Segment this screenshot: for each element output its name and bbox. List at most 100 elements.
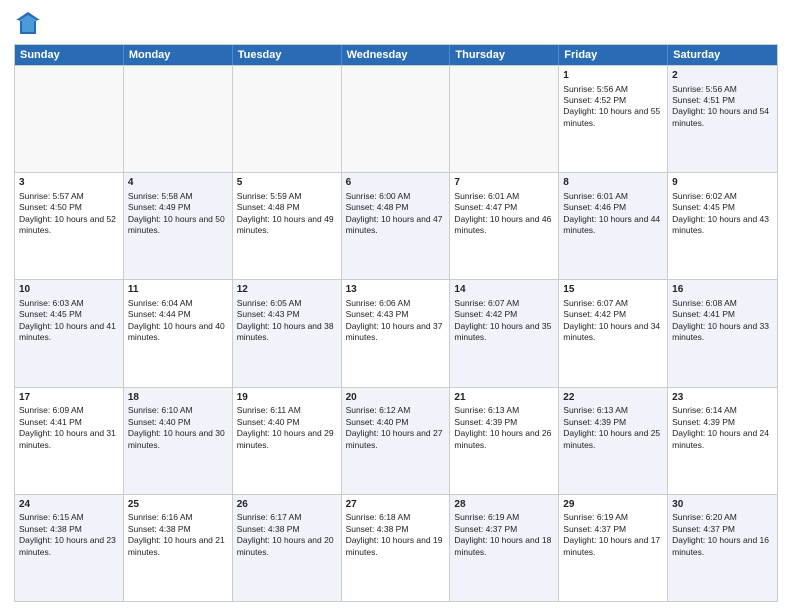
weekday-header: Friday: [559, 45, 668, 65]
calendar-cell: 1Sunrise: 5:56 AM Sunset: 4:52 PM Daylig…: [559, 66, 668, 172]
day-info: Sunrise: 6:08 AM Sunset: 4:41 PM Dayligh…: [672, 298, 769, 342]
day-info: Sunrise: 6:19 AM Sunset: 4:37 PM Dayligh…: [563, 512, 660, 556]
day-info: Sunrise: 5:56 AM Sunset: 4:51 PM Dayligh…: [672, 84, 769, 128]
day-info: Sunrise: 6:13 AM Sunset: 4:39 PM Dayligh…: [454, 405, 551, 449]
calendar-cell: 25Sunrise: 6:16 AM Sunset: 4:38 PM Dayli…: [124, 495, 233, 601]
day-number: 15: [563, 283, 663, 297]
day-info: Sunrise: 6:10 AM Sunset: 4:40 PM Dayligh…: [128, 405, 225, 449]
calendar: SundayMondayTuesdayWednesdayThursdayFrid…: [14, 44, 778, 602]
day-number: 28: [454, 498, 554, 512]
calendar-cell: 20Sunrise: 6:12 AM Sunset: 4:40 PM Dayli…: [342, 388, 451, 494]
calendar-cell: 28Sunrise: 6:19 AM Sunset: 4:37 PM Dayli…: [450, 495, 559, 601]
calendar-cell: 6Sunrise: 6:00 AM Sunset: 4:48 PM Daylig…: [342, 173, 451, 279]
day-number: 6: [346, 176, 446, 190]
day-number: 16: [672, 283, 773, 297]
calendar-row: 1Sunrise: 5:56 AM Sunset: 4:52 PM Daylig…: [15, 65, 777, 172]
header: [14, 10, 778, 38]
day-number: 24: [19, 498, 119, 512]
day-info: Sunrise: 6:14 AM Sunset: 4:39 PM Dayligh…: [672, 405, 769, 449]
day-info: Sunrise: 5:56 AM Sunset: 4:52 PM Dayligh…: [563, 84, 660, 128]
day-number: 3: [19, 176, 119, 190]
day-info: Sunrise: 6:03 AM Sunset: 4:45 PM Dayligh…: [19, 298, 116, 342]
logo: [14, 10, 46, 38]
calendar-cell: 16Sunrise: 6:08 AM Sunset: 4:41 PM Dayli…: [668, 280, 777, 386]
calendar-cell: 11Sunrise: 6:04 AM Sunset: 4:44 PM Dayli…: [124, 280, 233, 386]
calendar-cell: [450, 66, 559, 172]
day-info: Sunrise: 6:12 AM Sunset: 4:40 PM Dayligh…: [346, 405, 443, 449]
calendar-cell: [233, 66, 342, 172]
day-number: 20: [346, 391, 446, 405]
calendar-cell: 26Sunrise: 6:17 AM Sunset: 4:38 PM Dayli…: [233, 495, 342, 601]
calendar-cell: 2Sunrise: 5:56 AM Sunset: 4:51 PM Daylig…: [668, 66, 777, 172]
day-info: Sunrise: 6:09 AM Sunset: 4:41 PM Dayligh…: [19, 405, 116, 449]
day-info: Sunrise: 6:01 AM Sunset: 4:46 PM Dayligh…: [563, 191, 660, 235]
calendar-cell: 19Sunrise: 6:11 AM Sunset: 4:40 PM Dayli…: [233, 388, 342, 494]
calendar-cell: 21Sunrise: 6:13 AM Sunset: 4:39 PM Dayli…: [450, 388, 559, 494]
day-number: 7: [454, 176, 554, 190]
day-info: Sunrise: 6:07 AM Sunset: 4:42 PM Dayligh…: [454, 298, 551, 342]
calendar-cell: 8Sunrise: 6:01 AM Sunset: 4:46 PM Daylig…: [559, 173, 668, 279]
day-info: Sunrise: 6:01 AM Sunset: 4:47 PM Dayligh…: [454, 191, 551, 235]
calendar-cell: [15, 66, 124, 172]
day-info: Sunrise: 6:17 AM Sunset: 4:38 PM Dayligh…: [237, 512, 334, 556]
weekday-header: Saturday: [668, 45, 777, 65]
day-info: Sunrise: 6:00 AM Sunset: 4:48 PM Dayligh…: [346, 191, 443, 235]
day-number: 25: [128, 498, 228, 512]
calendar-cell: 3Sunrise: 5:57 AM Sunset: 4:50 PM Daylig…: [15, 173, 124, 279]
calendar-row: 24Sunrise: 6:15 AM Sunset: 4:38 PM Dayli…: [15, 494, 777, 601]
calendar-cell: 12Sunrise: 6:05 AM Sunset: 4:43 PM Dayli…: [233, 280, 342, 386]
page: SundayMondayTuesdayWednesdayThursdayFrid…: [0, 0, 792, 612]
day-number: 2: [672, 69, 773, 83]
day-info: Sunrise: 6:18 AM Sunset: 4:38 PM Dayligh…: [346, 512, 443, 556]
logo-icon: [14, 10, 42, 38]
calendar-cell: 5Sunrise: 5:59 AM Sunset: 4:48 PM Daylig…: [233, 173, 342, 279]
calendar-cell: [124, 66, 233, 172]
weekday-header: Tuesday: [233, 45, 342, 65]
calendar-cell: 27Sunrise: 6:18 AM Sunset: 4:38 PM Dayli…: [342, 495, 451, 601]
day-number: 26: [237, 498, 337, 512]
calendar-cell: 14Sunrise: 6:07 AM Sunset: 4:42 PM Dayli…: [450, 280, 559, 386]
day-number: 22: [563, 391, 663, 405]
calendar-cell: 22Sunrise: 6:13 AM Sunset: 4:39 PM Dayli…: [559, 388, 668, 494]
day-number: 13: [346, 283, 446, 297]
calendar-cell: 24Sunrise: 6:15 AM Sunset: 4:38 PM Dayli…: [15, 495, 124, 601]
day-number: 11: [128, 283, 228, 297]
day-number: 10: [19, 283, 119, 297]
day-number: 12: [237, 283, 337, 297]
calendar-cell: 10Sunrise: 6:03 AM Sunset: 4:45 PM Dayli…: [15, 280, 124, 386]
day-number: 4: [128, 176, 228, 190]
day-number: 21: [454, 391, 554, 405]
calendar-cell: 15Sunrise: 6:07 AM Sunset: 4:42 PM Dayli…: [559, 280, 668, 386]
day-info: Sunrise: 5:59 AM Sunset: 4:48 PM Dayligh…: [237, 191, 334, 235]
calendar-cell: 18Sunrise: 6:10 AM Sunset: 4:40 PM Dayli…: [124, 388, 233, 494]
weekday-header: Monday: [124, 45, 233, 65]
weekday-header: Thursday: [450, 45, 559, 65]
calendar-row: 3Sunrise: 5:57 AM Sunset: 4:50 PM Daylig…: [15, 172, 777, 279]
calendar-cell: 17Sunrise: 6:09 AM Sunset: 4:41 PM Dayli…: [15, 388, 124, 494]
weekday-header: Wednesday: [342, 45, 451, 65]
day-number: 9: [672, 176, 773, 190]
calendar-row: 17Sunrise: 6:09 AM Sunset: 4:41 PM Dayli…: [15, 387, 777, 494]
day-info: Sunrise: 6:06 AM Sunset: 4:43 PM Dayligh…: [346, 298, 443, 342]
day-number: 18: [128, 391, 228, 405]
day-info: Sunrise: 6:19 AM Sunset: 4:37 PM Dayligh…: [454, 512, 551, 556]
day-number: 1: [563, 69, 663, 83]
day-info: Sunrise: 6:13 AM Sunset: 4:39 PM Dayligh…: [563, 405, 660, 449]
calendar-cell: 13Sunrise: 6:06 AM Sunset: 4:43 PM Dayli…: [342, 280, 451, 386]
calendar-cell: [342, 66, 451, 172]
day-info: Sunrise: 5:57 AM Sunset: 4:50 PM Dayligh…: [19, 191, 116, 235]
day-number: 14: [454, 283, 554, 297]
calendar-row: 10Sunrise: 6:03 AM Sunset: 4:45 PM Dayli…: [15, 279, 777, 386]
day-info: Sunrise: 6:11 AM Sunset: 4:40 PM Dayligh…: [237, 405, 334, 449]
calendar-cell: 9Sunrise: 6:02 AM Sunset: 4:45 PM Daylig…: [668, 173, 777, 279]
calendar-cell: 29Sunrise: 6:19 AM Sunset: 4:37 PM Dayli…: [559, 495, 668, 601]
day-info: Sunrise: 5:58 AM Sunset: 4:49 PM Dayligh…: [128, 191, 225, 235]
day-number: 19: [237, 391, 337, 405]
day-info: Sunrise: 6:15 AM Sunset: 4:38 PM Dayligh…: [19, 512, 116, 556]
day-number: 29: [563, 498, 663, 512]
day-info: Sunrise: 6:20 AM Sunset: 4:37 PM Dayligh…: [672, 512, 769, 556]
calendar-cell: 23Sunrise: 6:14 AM Sunset: 4:39 PM Dayli…: [668, 388, 777, 494]
day-info: Sunrise: 6:02 AM Sunset: 4:45 PM Dayligh…: [672, 191, 769, 235]
day-number: 17: [19, 391, 119, 405]
day-info: Sunrise: 6:04 AM Sunset: 4:44 PM Dayligh…: [128, 298, 225, 342]
